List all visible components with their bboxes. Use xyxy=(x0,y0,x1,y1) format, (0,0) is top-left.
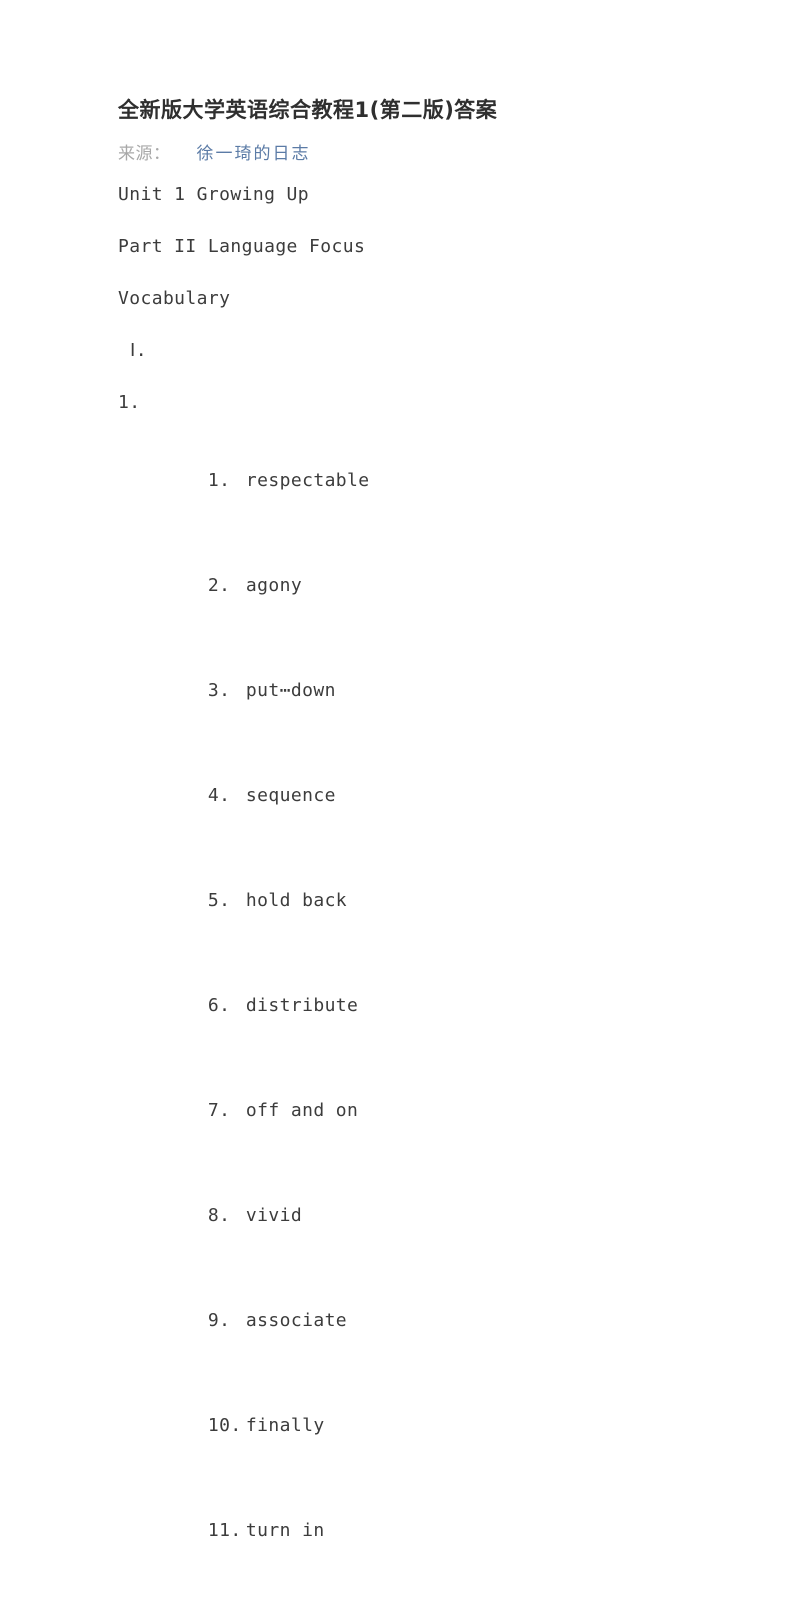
list-item-word: put⋯down xyxy=(245,680,336,701)
heading-section-vocabulary: Vocabulary xyxy=(118,288,231,309)
heading-sub-number: 1. xyxy=(118,392,141,413)
list-item-number: 3. xyxy=(207,680,231,701)
list-item: 9. associate xyxy=(118,1282,718,1360)
list-item-word: turn in xyxy=(245,1520,325,1541)
list-item-number: 1. xyxy=(207,470,231,491)
list-item-word: respectable xyxy=(245,470,370,491)
list-item: 10. finally xyxy=(118,1387,718,1465)
list-item-word: vivid xyxy=(245,1205,303,1226)
source-label: 来源： xyxy=(118,144,171,164)
list-item-word: off and on xyxy=(245,1100,359,1121)
list-item-number: 10. xyxy=(207,1415,242,1436)
list-item-number: 2. xyxy=(207,575,231,596)
document-page: 全新版大学英语综合教程1(第二版)答案 来源： 徐一琦的日志 Unit 1 Gro… xyxy=(0,0,793,1541)
list-item-number: 9. xyxy=(207,1310,231,1331)
list-item: 5. hold back xyxy=(118,862,718,940)
source-link[interactable]: 徐一琦的日志 xyxy=(197,144,311,164)
heading-roman-numeral: Ⅰ. xyxy=(130,340,147,361)
vocabulary-answer-list: 1. respectable 2. agony 3. put⋯down 4. seque… xyxy=(118,442,718,1570)
list-item-word: hold back xyxy=(245,890,348,911)
heading-part: Part II Language Focus xyxy=(118,236,366,257)
list-item-word: associate xyxy=(245,1310,348,1331)
list-item: 3. put⋯down xyxy=(118,652,718,730)
source-attribution: 来源： 徐一琦的日志 xyxy=(118,139,718,170)
list-item: 2. agony xyxy=(118,547,718,625)
list-item-word: finally xyxy=(245,1415,325,1436)
list-item-word: sequence xyxy=(245,785,336,806)
list-item-number: 7. xyxy=(207,1100,231,1121)
list-item: 4. sequence xyxy=(118,757,718,835)
list-item: 11. turn in xyxy=(118,1492,718,1570)
list-item-number: 4. xyxy=(207,785,231,806)
heading-unit: Unit 1 Growing Up xyxy=(118,184,310,205)
document-content: 全新版大学英语综合教程1(第二版)答案 来源： 徐一琦的日志 Unit 1 Gro… xyxy=(118,95,718,1597)
list-item: 1. respectable xyxy=(118,442,718,520)
list-item-number: 11. xyxy=(207,1520,242,1541)
list-item-number: 5. xyxy=(207,890,231,911)
list-item: 8. vivid xyxy=(118,1177,718,1255)
list-item-word: distribute xyxy=(245,995,359,1016)
list-item-number: 8. xyxy=(207,1205,231,1226)
page-title: 全新版大学英语综合教程1(第二版)答案 xyxy=(118,98,498,122)
list-item-word: agony xyxy=(245,575,303,596)
list-item: 7. off and on xyxy=(118,1072,718,1150)
list-item: 6. distribute xyxy=(118,967,718,1045)
list-item-number: 6. xyxy=(207,995,231,1016)
